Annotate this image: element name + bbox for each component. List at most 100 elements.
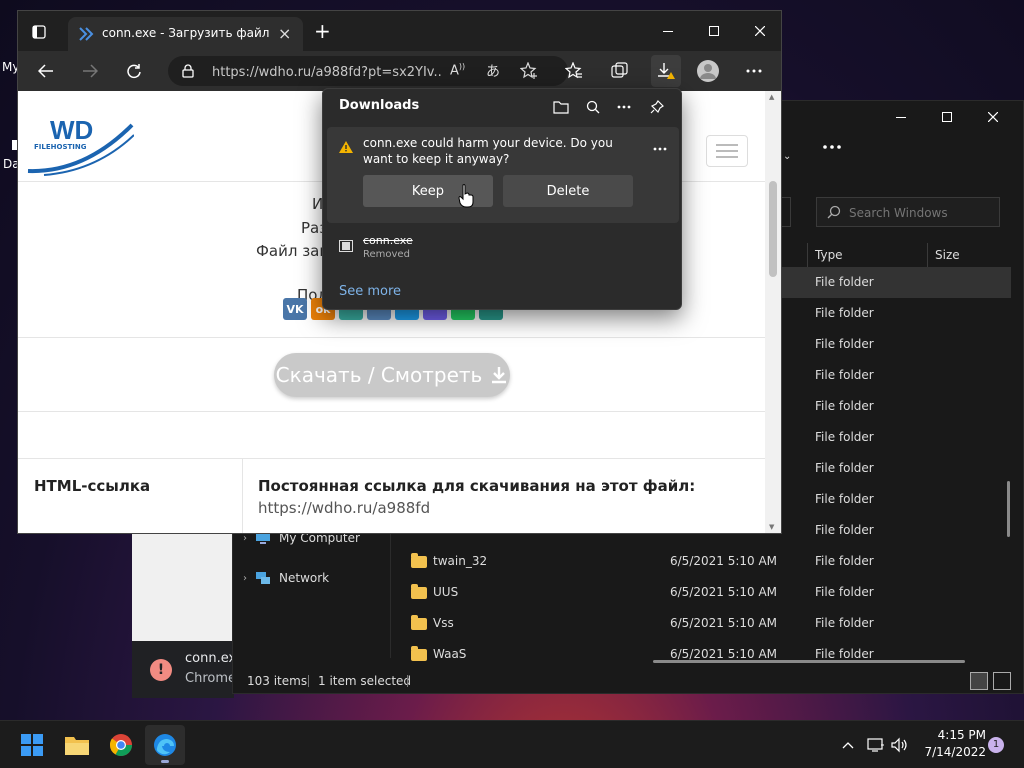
close-button[interactable] <box>737 11 781 51</box>
downloads-icon[interactable] <box>651 55 681 87</box>
read-aloud-icon[interactable]: A)) <box>450 62 465 78</box>
vk-share-icon[interactable]: VK <box>283 298 307 320</box>
maximize-button[interactable] <box>924 101 970 133</box>
file-explorer-taskbar-icon[interactable] <box>57 725 97 765</box>
pin-icon[interactable] <box>647 97 667 117</box>
close-tab-icon[interactable]: × <box>278 24 291 43</box>
close-button[interactable] <box>970 101 1016 133</box>
file-type: File folder <box>815 647 874 661</box>
chevron-up-icon[interactable] <box>838 735 858 755</box>
favorites-icon[interactable] <box>562 59 586 83</box>
file-type: File folder <box>815 492 874 506</box>
file-icon <box>339 240 353 252</box>
logo-text: WD <box>50 115 94 145</box>
forward-icon[interactable] <box>78 59 102 83</box>
download-warning-card: conn.exe could harm your device. Do you … <box>327 127 679 223</box>
file-name-cell: Vss <box>411 608 454 639</box>
edge-taskbar-icon[interactable] <box>145 725 185 765</box>
column-header-size[interactable]: Size <box>935 241 960 269</box>
volume-icon[interactable] <box>890 735 910 755</box>
file-row[interactable]: UUS 6/5/2021 5:10 AM File folder <box>391 577 1011 608</box>
chrome-download-bar[interactable]: ! conn.exe Chrome <box>132 641 244 698</box>
file-row[interactable]: WaaS 6/5/2021 5:10 AM File folder <box>391 639 1011 670</box>
site-logo[interactable]: WD FILEHOSTING <box>24 113 134 179</box>
selection-count: 1 item selected <box>318 674 412 688</box>
profile-avatar-icon[interactable] <box>696 59 720 83</box>
menu-toggle-button[interactable] <box>706 135 748 167</box>
tab-actions-icon[interactable] <box>32 25 46 39</box>
tab-conn-exe[interactable]: conn.exe - Загрузить файл или с × <box>68 17 303 51</box>
file-name: WaaS <box>433 647 467 661</box>
system-clock[interactable]: 4:15 PM 7/14/2022 <box>916 727 986 761</box>
column-separator[interactable] <box>927 243 928 267</box>
settings-menu-icon[interactable] <box>742 59 766 83</box>
refresh-icon[interactable] <box>122 59 146 83</box>
html-link-label: HTML-ссылка <box>34 477 151 495</box>
network-tray-icon[interactable] <box>866 735 886 755</box>
tiles-view-button[interactable] <box>993 672 1011 690</box>
chrome-window: ! conn.exe Chrome <box>132 532 244 698</box>
column-separator[interactable] <box>807 243 808 267</box>
chevron-down-icon[interactable]: ⌄ <box>783 151 791 162</box>
hand-cursor-icon <box>458 184 474 208</box>
file-row[interactable]: Vss 6/5/2021 5:10 AM File folder <box>391 608 1011 639</box>
permalink-title: Постоянная ссылка для скачивания на этот… <box>258 477 696 495</box>
column-header-type[interactable]: Type <box>815 241 843 269</box>
file-date: 6/5/2021 5:10 AM <box>670 554 778 568</box>
download-icon <box>490 366 508 384</box>
file-name: UUS <box>433 585 459 599</box>
warning-icon <box>339 141 353 153</box>
chrome-taskbar-icon[interactable] <box>101 725 141 765</box>
more-options-icon[interactable] <box>614 97 634 117</box>
nav-item-network[interactable]: › Network <box>243 571 329 585</box>
link-table: HTML-ссылка Постоянная ссылка для скачив… <box>18 458 765 533</box>
new-tab-icon[interactable]: + <box>314 21 331 41</box>
open-folder-icon[interactable] <box>551 97 571 117</box>
scroll-down-icon[interactable]: ▼ <box>769 523 774 531</box>
minimize-button[interactable] <box>878 101 924 133</box>
translate-icon[interactable]: あ <box>486 61 500 81</box>
nav-item-label: Network <box>279 571 330 585</box>
scroll-up-icon[interactable]: ▲ <box>769 93 774 101</box>
address-bar[interactable]: A)) あ <box>168 56 568 86</box>
chevron-right-icon[interactable]: › <box>243 573 247 584</box>
collections-icon[interactable] <box>608 59 632 83</box>
more-options-icon[interactable] <box>823 145 841 149</box>
page-scrollbar[interactable]: ▲ ▼ <box>765 91 781 533</box>
file-name-cell: WaaS <box>411 639 466 670</box>
scrollbar-thumb[interactable] <box>769 181 777 277</box>
maximize-button[interactable] <box>691 11 737 51</box>
horizontal-scrollbar[interactable] <box>653 660 965 663</box>
lock-icon[interactable] <box>182 64 194 78</box>
notification-badge[interactable]: 1 <box>988 737 1004 753</box>
chevron-right-icon[interactable]: › <box>243 533 247 544</box>
file-type: File folder <box>815 554 874 568</box>
file-type: File folder <box>815 368 874 382</box>
add-favorite-icon[interactable] <box>520 62 538 80</box>
status-bar: 103 items 1 item selected <box>233 667 1023 693</box>
download-item-name[interactable]: conn.exe <box>363 234 413 247</box>
delete-button[interactable]: Delete <box>503 175 633 207</box>
divider <box>18 337 765 338</box>
site-favicon-icon <box>78 26 94 42</box>
tab-strip: conn.exe - Загрузить файл или с × + <box>18 11 781 51</box>
details-view-button[interactable] <box>970 672 988 690</box>
logo-subtext: FILEHOSTING <box>34 143 87 151</box>
file-type: File folder <box>815 275 874 289</box>
file-row[interactable]: twain_32 6/5/2021 5:10 AM File folder <box>391 546 1011 577</box>
error-icon: ! <box>150 659 172 681</box>
back-icon[interactable] <box>34 59 58 83</box>
search-box[interactable] <box>816 197 1000 227</box>
vertical-scrollbar[interactable] <box>1007 481 1010 537</box>
url-input[interactable] <box>210 62 444 82</box>
download-view-button[interactable]: Скачать / Смотреть <box>274 353 510 397</box>
clock-date: 7/14/2022 <box>924 745 986 759</box>
search-input[interactable] <box>847 203 996 223</box>
folder-icon <box>411 583 427 599</box>
start-button[interactable] <box>12 725 52 765</box>
see-more-link[interactable]: See more <box>339 284 401 299</box>
search-icon[interactable] <box>583 97 603 117</box>
permalink-url[interactable]: https://wdho.ru/a988fd <box>258 499 430 517</box>
item-more-options-icon[interactable] <box>653 147 667 151</box>
minimize-button[interactable] <box>645 11 691 51</box>
